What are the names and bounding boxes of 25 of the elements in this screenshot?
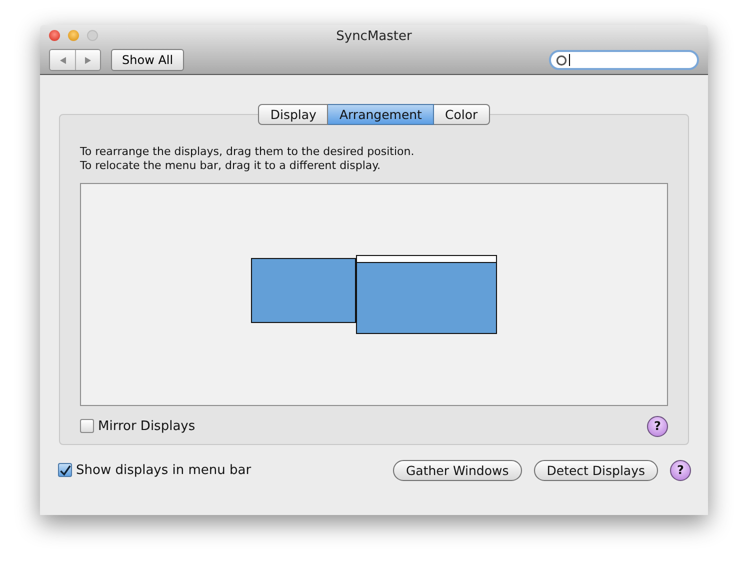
menu-bar-checkbox[interactable]: [58, 463, 72, 477]
close-icon[interactable]: [49, 30, 60, 41]
window-title: SyncMaster: [336, 28, 412, 44]
display-rectangle[interactable]: [356, 255, 497, 334]
back-button[interactable]: [50, 50, 75, 70]
help-button[interactable]: ?: [647, 416, 668, 436]
tab[interactable]: Display: [258, 104, 328, 125]
tab[interactable]: Arrangement: [328, 104, 434, 125]
forward-button[interactable]: [75, 50, 100, 70]
checkbox-label: Show displays in menu bar: [76, 462, 252, 478]
show-all-button[interactable]: Show All: [111, 49, 184, 71]
action-button[interactable]: Detect Displays: [534, 460, 658, 480]
instruction-text: To rearrange the displays, drag them to the desired position.: [80, 145, 416, 159]
checkbox-label: Mirror Displays: [98, 418, 196, 434]
display-rectangle[interactable]: [251, 258, 356, 323]
search-field[interactable]: [549, 50, 699, 70]
help-button[interactable]: ?: [670, 460, 691, 480]
right-arrow-icon: [85, 56, 91, 64]
mirror-checkbox[interactable]: [80, 419, 94, 433]
instruction-text: To relocate the menu bar, drag it to a different display.: [80, 159, 382, 173]
search-icon: [556, 54, 567, 66]
zoom-icon: [87, 30, 98, 41]
tab[interactable]: Color: [434, 104, 490, 125]
action-button[interactable]: Gather Windows: [392, 460, 522, 480]
left-arrow-icon: [60, 56, 66, 64]
